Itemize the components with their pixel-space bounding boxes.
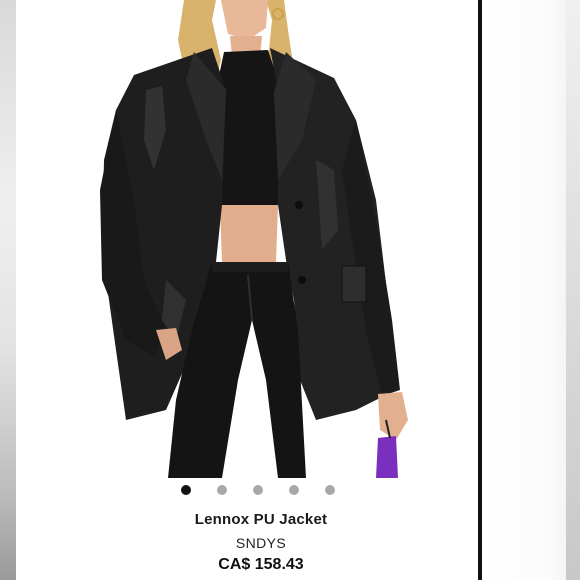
carousel-dot-4[interactable]	[289, 485, 299, 495]
product-card: Lennox PU Jacket SNDYS CA$ 158.43	[16, 0, 478, 580]
product-title[interactable]: Lennox PU Jacket	[16, 511, 478, 528]
model-in-leather-jacket-illustration	[100, 0, 408, 478]
product-image[interactable]	[16, 0, 478, 478]
background-right-edge	[566, 0, 580, 580]
product-brand[interactable]: SNDYS	[16, 535, 478, 551]
product-price: CA$ 158.43	[218, 556, 304, 573]
carousel-dot-5[interactable]	[325, 485, 335, 495]
carousel-dot-2[interactable]	[217, 485, 227, 495]
carousel-pagination	[16, 485, 478, 497]
carousel-dot-3[interactable]	[253, 485, 263, 495]
background-left-edge	[0, 0, 16, 580]
carousel-dot-1[interactable]	[181, 485, 191, 495]
